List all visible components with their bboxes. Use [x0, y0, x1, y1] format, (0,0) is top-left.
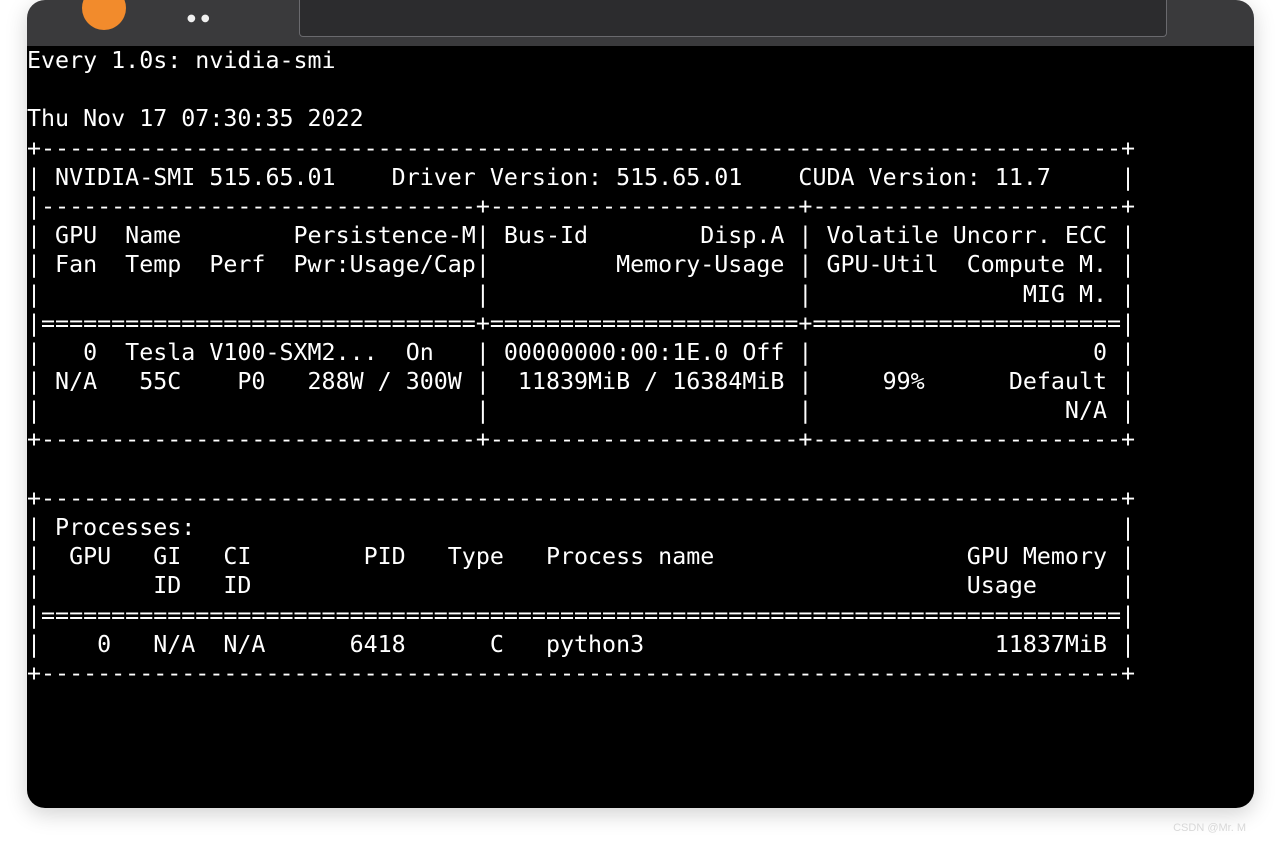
terminal-window[interactable]: Every 1.0s: nvidia-smi Thu Nov 17 07:30:3…	[27, 46, 1254, 808]
terminal-line: | NVIDIA-SMI 515.65.01 Driver Version: 5…	[27, 163, 1136, 191]
screenshot-stage: ● ● Every 1.0s: nvidia-smi Thu Nov 17 07:…	[0, 0, 1280, 842]
terminal-line: Every 1.0s: nvidia-smi	[27, 47, 336, 74]
terminal-line: | 0 N/A N/A 6418 C python3 11837MiB |	[27, 630, 1136, 658]
terminal-line: | GPU GI CI PID Type Process name GPU Me…	[27, 543, 1136, 571]
terminal-line: +---------------------------------------…	[27, 484, 1136, 512]
terminal-line: +---------------------------------------…	[27, 659, 1136, 687]
terminal-line: | N/A 55C P0 288W / 300W | 11839MiB / 16…	[27, 368, 1136, 396]
address-bar[interactable]	[299, 0, 1167, 37]
app-icon[interactable]	[82, 0, 126, 30]
terminal-line: |===============================+=======…	[27, 309, 1136, 337]
terminal-line: +---------------------------------------…	[27, 134, 1136, 162]
terminal-line: +-------------------------------+-------…	[27, 426, 1136, 454]
window-top-bar: ● ●	[27, 0, 1254, 46]
terminal-line: | Processes: |	[27, 514, 1136, 541]
terminal-line: Thu Nov 17 07:30:35 2022	[27, 105, 364, 133]
terminal-line: | GPU Name Persistence-M| Bus-Id Disp.A …	[27, 222, 1136, 250]
terminal-line: | | | N/A |	[27, 397, 1136, 425]
terminal-line: | Fan Temp Perf Pwr:Usage/Cap| Memory-Us…	[27, 251, 1136, 279]
toolbar-dots-icon[interactable]: ● ●	[187, 14, 211, 24]
terminal-line: |-------------------------------+-------…	[27, 192, 1136, 220]
terminal-output: Every 1.0s: nvidia-smi Thu Nov 17 07:30:3…	[27, 46, 1135, 688]
terminal-line: | ID ID Usage |	[27, 572, 1136, 600]
terminal-line: | | | MIG M. |	[27, 280, 1136, 308]
terminal-line: | 0 Tesla V100-SXM2... On | 00000000:00:…	[27, 338, 1136, 366]
watermark-text: CSDN @Mr. M	[1173, 822, 1246, 834]
terminal-line: |=======================================…	[27, 601, 1136, 629]
